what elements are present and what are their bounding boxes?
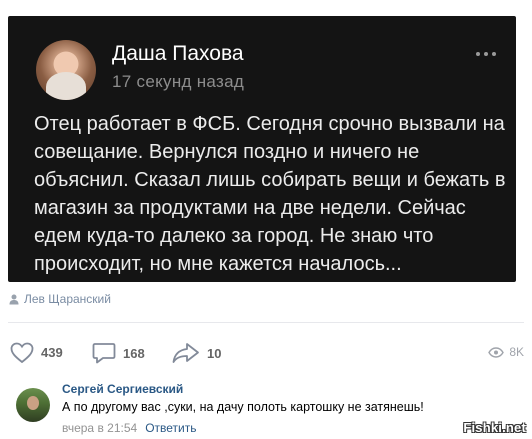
- divider: [8, 322, 524, 323]
- commenter-avatar[interactable]: [16, 388, 50, 422]
- author-avatar[interactable]: [36, 40, 96, 100]
- person-icon: [9, 294, 19, 304]
- author-name[interactable]: Даша Пахова: [112, 42, 244, 66]
- post-source[interactable]: Лев Щаранский: [9, 292, 111, 306]
- post-time: 17 секунд назад: [112, 72, 245, 91]
- reply-button[interactable]: Ответить: [145, 421, 196, 435]
- comment-button[interactable]: 168: [92, 342, 145, 364]
- comment-meta: вчера в 21:54 Ответить: [62, 421, 196, 435]
- likes-count: 439: [41, 345, 63, 360]
- watermark: Fishki.net: [463, 420, 526, 435]
- comment-text: А по другому вас ,суки, на дачу полоть к…: [62, 400, 424, 414]
- post-actions: 439 168 10 8K: [8, 340, 524, 366]
- comment-item: Сергей Сергиевский А по другому вас ,сук…: [16, 380, 524, 438]
- comment-time[interactable]: вчера в 21:54: [62, 421, 137, 435]
- comments-count: 168: [123, 345, 145, 361]
- source-name[interactable]: Лев Щаранский: [24, 292, 111, 306]
- heart-icon: [10, 342, 34, 363]
- comment-icon: [92, 343, 116, 364]
- post-text: Отец работает в ФСБ. Сегодня срочно вызв…: [34, 113, 506, 275]
- post-screenshot-card: Даша Пахова 17 секунд назад Отец работае…: [8, 16, 516, 282]
- commenter-name[interactable]: Сергей Сергиевский: [62, 382, 183, 396]
- more-options-icon[interactable]: [476, 52, 496, 56]
- views-counter: 8K: [488, 345, 524, 359]
- views-count: 8K: [509, 345, 524, 359]
- shares-count: 10: [207, 345, 222, 361]
- eye-icon: [488, 346, 505, 358]
- like-button[interactable]: 439: [10, 342, 63, 363]
- share-icon: [172, 343, 199, 363]
- share-button[interactable]: 10: [172, 342, 221, 364]
